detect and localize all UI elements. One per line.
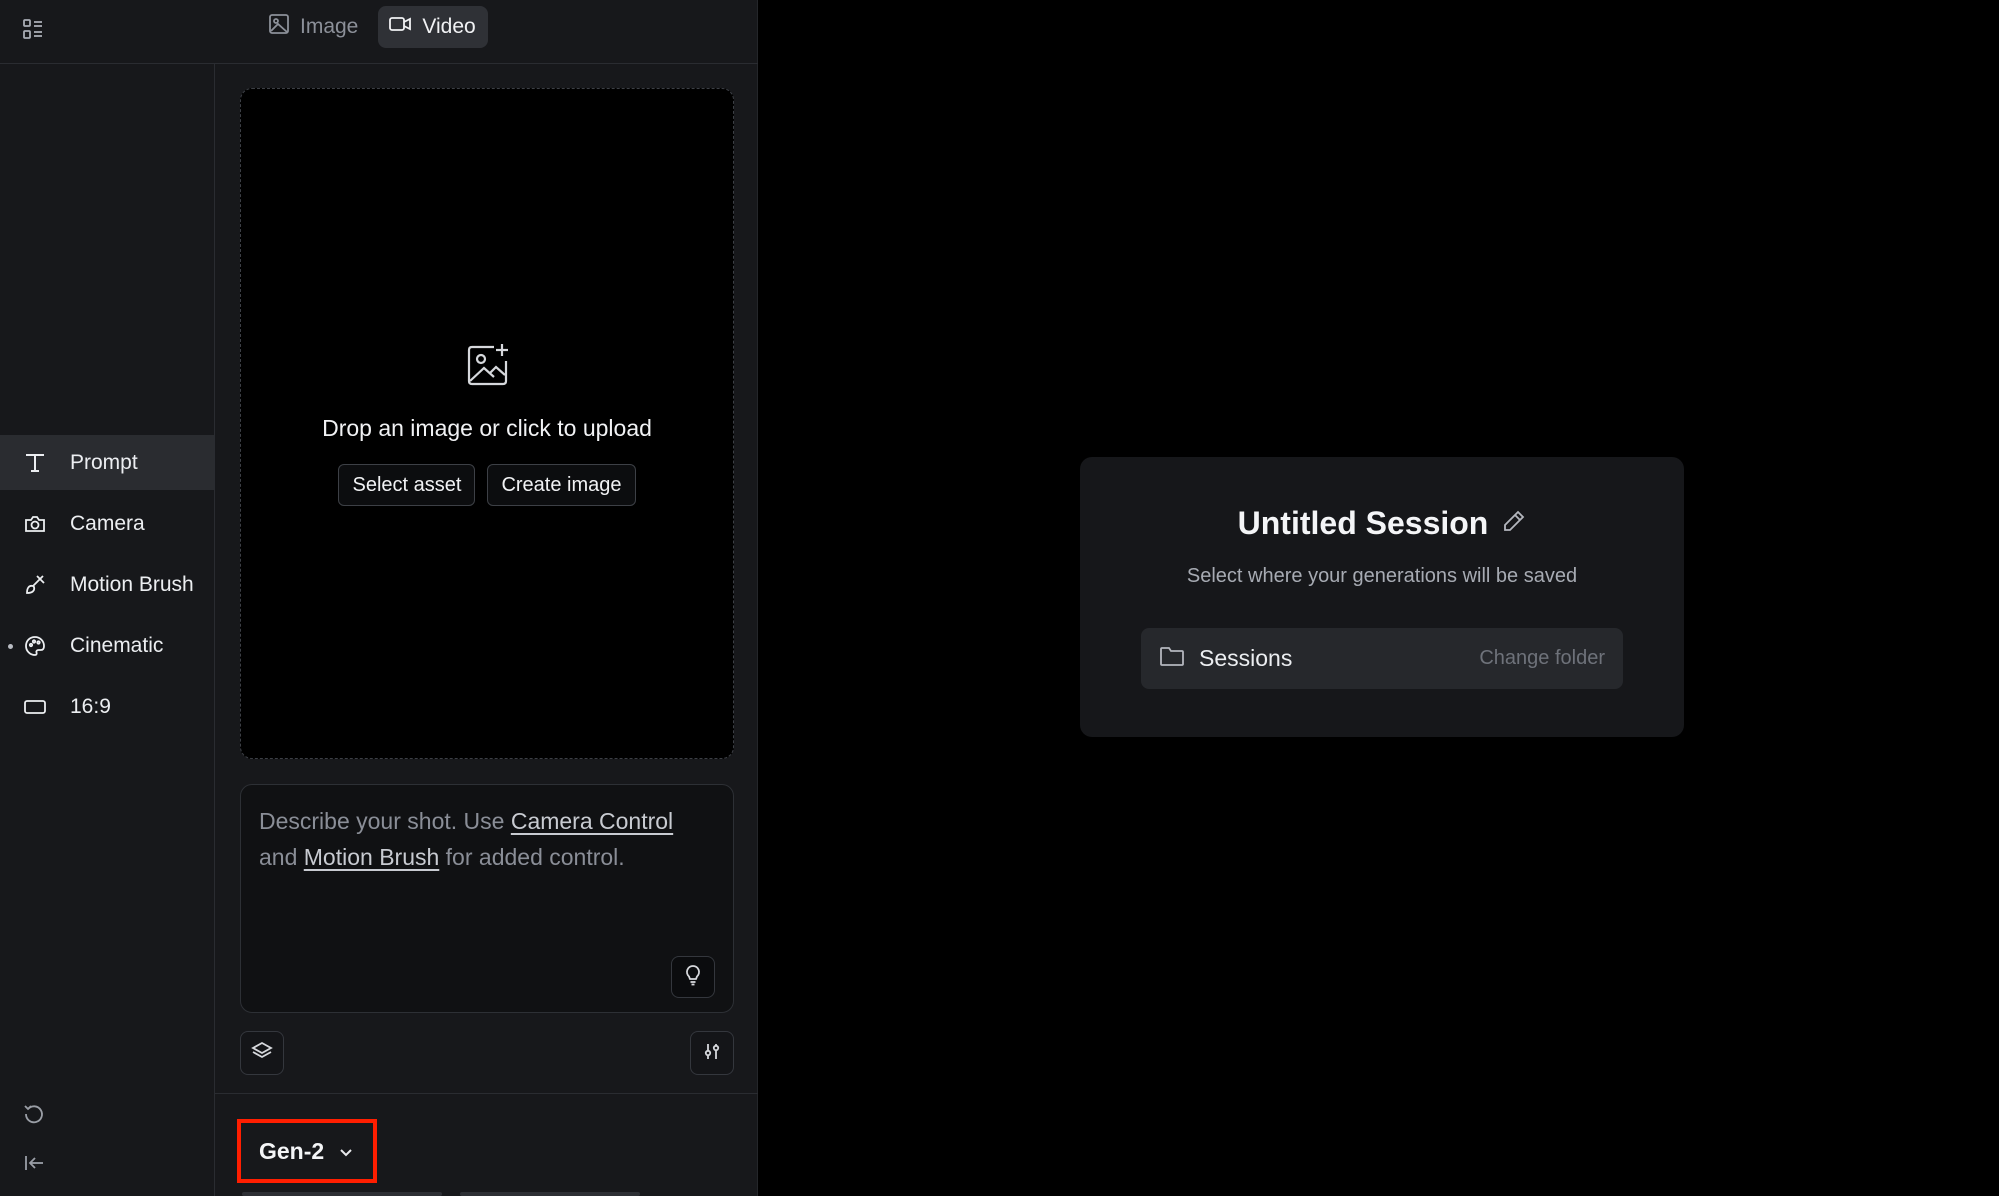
mode-tabs: Image Video — [258, 6, 488, 48]
folder-name: Sessions — [1199, 645, 1293, 671]
aspect-ratio-icon — [22, 694, 48, 720]
prompt-textarea[interactable]: Describe your shot. Use Camera Control a… — [240, 784, 734, 1013]
change-folder-button[interactable]: Change folder — [1479, 647, 1605, 670]
bottom-divider — [215, 1093, 758, 1094]
partial-control-1[interactable] — [242, 1192, 442, 1196]
tool-camera-label: Camera — [70, 511, 145, 535]
tab-video-label: Video — [422, 15, 476, 38]
edit-pencil-icon[interactable] — [1502, 509, 1526, 538]
camera-icon — [22, 511, 48, 537]
tool-camera[interactable]: Camera — [0, 496, 214, 551]
select-asset-button[interactable]: Select asset — [338, 464, 476, 506]
create-image-button[interactable]: Create image — [487, 464, 636, 506]
app-root: Image Video Prompt Camera Motion Brush C… — [0, 0, 1999, 1196]
collapse-sidebar-icon[interactable] — [20, 1149, 48, 1177]
session-title: Untitled Session — [1237, 505, 1489, 541]
placeholder-text-1: Describe your shot. Use — [259, 808, 511, 834]
layers-icon — [251, 1040, 273, 1067]
upload-instructions: Drop an image or click to upload — [322, 415, 652, 441]
partial-control-2[interactable] — [460, 1192, 640, 1196]
sliders-icon — [701, 1040, 723, 1067]
tool-sidebar: Prompt Camera Motion Brush Cinematic 16:… — [0, 64, 215, 1196]
tool-prompt-label: Prompt — [70, 450, 138, 474]
top-bar: Image Video — [0, 0, 758, 64]
image-upload-dropzone[interactable]: Drop an image or click to upload Select … — [240, 88, 734, 759]
session-subtitle: Select where your generations will be sa… — [1186, 565, 1578, 587]
tab-image-label: Image — [300, 15, 359, 38]
chevron-down-icon — [338, 1138, 354, 1165]
text-icon — [22, 450, 48, 476]
folder-icon — [1159, 645, 1185, 672]
brush-icon — [22, 572, 48, 598]
left-panel: Image Video Prompt Camera Motion Brush C… — [0, 0, 758, 1196]
lightbulb-icon — [683, 964, 703, 991]
session-title-row: Untitled Session — [1080, 505, 1684, 542]
camera-control-link[interactable]: Camera Control — [511, 808, 673, 834]
tool-prompt[interactable]: Prompt — [0, 435, 214, 490]
dashboard-menu-icon[interactable] — [17, 13, 49, 45]
tab-image[interactable]: Image — [258, 6, 370, 48]
tab-video[interactable]: Video — [378, 6, 488, 48]
prompt-placeholder: Describe your shot. Use Camera Control a… — [259, 803, 719, 875]
tool-motion-brush-label: Motion Brush — [70, 572, 194, 596]
presets-button[interactable] — [240, 1031, 284, 1075]
placeholder-text-3: for added control. — [439, 844, 625, 870]
prompt-ideas-button[interactable] — [671, 956, 715, 998]
active-indicator-dot — [8, 644, 13, 649]
tool-aspect-ratio[interactable]: 16:9 — [0, 679, 214, 734]
add-image-icon — [464, 341, 512, 389]
tool-cinematic[interactable]: Cinematic — [0, 618, 214, 673]
palette-icon — [22, 633, 48, 659]
tool-aspect-ratio-label: 16:9 — [70, 694, 111, 718]
tool-list: Prompt Camera Motion Brush Cinematic 16:… — [0, 435, 214, 740]
session-card: Untitled Session Select where your gener… — [1080, 457, 1684, 737]
session-folder-row[interactable]: Sessions Change folder — [1141, 628, 1623, 689]
motion-brush-link[interactable]: Motion Brush — [304, 844, 440, 870]
model-select-value: Gen-2 — [259, 1137, 325, 1164]
model-select-dropdown[interactable]: Gen-2 — [237, 1119, 377, 1183]
tool-cinematic-label: Cinematic — [70, 633, 164, 657]
placeholder-text-2: and — [259, 844, 304, 870]
upload-buttons: Select asset Create image — [241, 464, 733, 506]
tool-motion-brush[interactable]: Motion Brush — [0, 557, 214, 612]
image-icon — [268, 13, 290, 41]
video-camera-icon — [388, 14, 412, 40]
settings-button[interactable] — [690, 1031, 734, 1075]
undo-icon[interactable] — [20, 1100, 48, 1128]
